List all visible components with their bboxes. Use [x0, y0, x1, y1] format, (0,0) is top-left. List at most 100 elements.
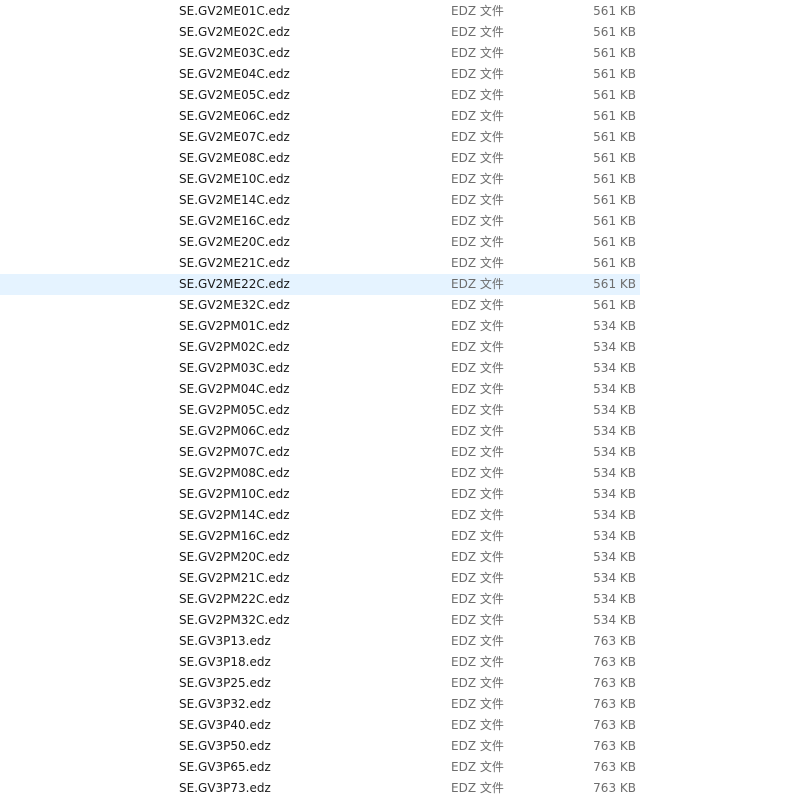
file-row[interactable]: SE.GV2ME03C.edz EDZ 文件 561 KB [0, 43, 640, 64]
file-type: EDZ 文件 [451, 403, 504, 417]
file-size: 763 KB [593, 655, 636, 669]
file-size: 561 KB [593, 151, 636, 165]
file-row[interactable]: SE.GV3P32.edz EDZ 文件 763 KB [0, 694, 640, 715]
file-name: SE.GV3P18.edz [179, 655, 271, 669]
file-type: EDZ 文件 [451, 214, 504, 228]
file-name: SE.GV2ME05C.edz [179, 88, 290, 102]
file-row[interactable]: SE.GV2ME02C.edz EDZ 文件 561 KB [0, 22, 640, 43]
file-type: EDZ 文件 [451, 655, 504, 669]
file-row[interactable]: SE.GV2ME16C.edz EDZ 文件 561 KB [0, 211, 640, 232]
file-row[interactable]: SE.GV2PM06C.edz EDZ 文件 534 KB [0, 421, 640, 442]
file-row[interactable]: SE.GV2ME07C.edz EDZ 文件 561 KB [0, 127, 640, 148]
file-row[interactable]: SE.GV2PM14C.edz EDZ 文件 534 KB [0, 505, 640, 526]
file-name: SE.GV3P32.edz [179, 697, 271, 711]
file-row[interactable]: SE.GV2ME05C.edz EDZ 文件 561 KB [0, 85, 640, 106]
file-size: 561 KB [593, 130, 636, 144]
file-size: 763 KB [593, 739, 636, 753]
file-type: EDZ 文件 [451, 550, 504, 564]
file-type: EDZ 文件 [451, 634, 504, 648]
file-row[interactable]: SE.GV3P18.edz EDZ 文件 763 KB [0, 652, 640, 673]
file-size: 534 KB [593, 571, 636, 585]
file-row[interactable]: SE.GV2ME10C.edz EDZ 文件 561 KB [0, 169, 640, 190]
file-row[interactable]: SE.GV2PM01C.edz EDZ 文件 534 KB [0, 316, 640, 337]
file-name: SE.GV3P50.edz [179, 739, 271, 753]
file-row[interactable]: SE.GV2PM02C.edz EDZ 文件 534 KB [0, 337, 640, 358]
file-type: EDZ 文件 [451, 25, 504, 39]
file-row[interactable]: SE.GV3P40.edz EDZ 文件 763 KB [0, 715, 640, 736]
file-size: 534 KB [593, 613, 636, 627]
file-name: SE.GV2PM02C.edz [179, 340, 290, 354]
file-row[interactable]: SE.GV3P50.edz EDZ 文件 763 KB [0, 736, 640, 757]
file-size: 534 KB [593, 340, 636, 354]
file-size: 534 KB [593, 361, 636, 375]
file-type: EDZ 文件 [451, 88, 504, 102]
file-name: SE.GV2PM03C.edz [179, 361, 290, 375]
file-size: 534 KB [593, 529, 636, 543]
file-row[interactable]: SE.GV2PM22C.edz EDZ 文件 534 KB [0, 589, 640, 610]
file-row[interactable]: SE.GV2PM10C.edz EDZ 文件 534 KB [0, 484, 640, 505]
file-type: EDZ 文件 [451, 130, 504, 144]
file-row[interactable]: SE.GV2PM16C.edz EDZ 文件 534 KB [0, 526, 640, 547]
file-row[interactable]: SE.GV2PM03C.edz EDZ 文件 534 KB [0, 358, 640, 379]
file-size: 534 KB [593, 508, 636, 522]
file-name: SE.GV2ME04C.edz [179, 67, 290, 81]
file-size: 534 KB [593, 445, 636, 459]
file-name: SE.GV2ME32C.edz [179, 298, 290, 312]
file-row[interactable]: SE.GV3P73.edz EDZ 文件 763 KB [0, 778, 640, 799]
file-row[interactable]: SE.GV2PM07C.edz EDZ 文件 534 KB [0, 442, 640, 463]
file-type: EDZ 文件 [451, 466, 504, 480]
file-row[interactable]: SE.GV3P13.edz EDZ 文件 763 KB [0, 631, 640, 652]
file-row[interactable]: SE.GV2ME08C.edz EDZ 文件 561 KB [0, 148, 640, 169]
file-name: SE.GV2PM16C.edz [179, 529, 290, 543]
file-row[interactable]: SE.GV2ME32C.edz EDZ 文件 561 KB [0, 295, 640, 316]
file-size: 534 KB [593, 424, 636, 438]
file-row[interactable]: SE.GV2ME14C.edz EDZ 文件 561 KB [0, 190, 640, 211]
file-row[interactable]: SE.GV2PM05C.edz EDZ 文件 534 KB [0, 400, 640, 421]
file-size: 534 KB [593, 487, 636, 501]
file-row[interactable]: SE.GV3P25.edz EDZ 文件 763 KB [0, 673, 640, 694]
file-type: EDZ 文件 [451, 613, 504, 627]
file-name: SE.GV2PM22C.edz [179, 592, 290, 606]
file-name: SE.GV2ME01C.edz [179, 4, 290, 18]
file-size: 534 KB [593, 550, 636, 564]
file-name: SE.GV2ME10C.edz [179, 172, 290, 186]
file-row[interactable]: SE.GV2ME20C.edz EDZ 文件 561 KB [0, 232, 640, 253]
file-type: EDZ 文件 [451, 319, 504, 333]
file-size: 763 KB [593, 718, 636, 732]
file-name: SE.GV3P25.edz [179, 676, 271, 690]
file-list[interactable]: SE.GV2ME01C.edz EDZ 文件 561 KB SE.GV2ME02… [0, 1, 800, 799]
file-size: 763 KB [593, 781, 636, 795]
file-name: SE.GV2ME02C.edz [179, 25, 290, 39]
file-type: EDZ 文件 [451, 592, 504, 606]
file-row[interactable]: SE.GV2PM04C.edz EDZ 文件 534 KB [0, 379, 640, 400]
file-type: EDZ 文件 [451, 445, 504, 459]
file-type: EDZ 文件 [451, 529, 504, 543]
file-row[interactable]: SE.GV2ME01C.edz EDZ 文件 561 KB [0, 1, 640, 22]
file-type: EDZ 文件 [451, 739, 504, 753]
file-name: SE.GV3P40.edz [179, 718, 271, 732]
file-row[interactable]: SE.GV2PM21C.edz EDZ 文件 534 KB [0, 568, 640, 589]
file-size: 561 KB [593, 109, 636, 123]
file-name: SE.GV2PM20C.edz [179, 550, 290, 564]
file-row[interactable]: SE.GV2ME04C.edz EDZ 文件 561 KB [0, 64, 640, 85]
file-size: 534 KB [593, 382, 636, 396]
file-row[interactable]: SE.GV2ME06C.edz EDZ 文件 561 KB [0, 106, 640, 127]
file-type: EDZ 文件 [451, 4, 504, 18]
file-row[interactable]: SE.GV2PM08C.edz EDZ 文件 534 KB [0, 463, 640, 484]
file-type: EDZ 文件 [451, 361, 504, 375]
file-name: SE.GV2ME06C.edz [179, 109, 290, 123]
file-type: EDZ 文件 [451, 340, 504, 354]
file-row[interactable]: SE.GV3P65.edz EDZ 文件 763 KB [0, 757, 640, 778]
file-name: SE.GV3P65.edz [179, 760, 271, 774]
file-name: SE.GV2ME07C.edz [179, 130, 290, 144]
file-row[interactable]: SE.GV2PM32C.edz EDZ 文件 534 KB [0, 610, 640, 631]
file-row[interactable]: SE.GV2PM20C.edz EDZ 文件 534 KB [0, 547, 640, 568]
file-row[interactable]: SE.GV2ME21C.edz EDZ 文件 561 KB [0, 253, 640, 274]
file-name: SE.GV2PM08C.edz [179, 466, 290, 480]
file-row[interactable]: SE.GV2ME22C.edz EDZ 文件 561 KB [0, 274, 640, 295]
file-name: SE.GV2ME03C.edz [179, 46, 290, 60]
file-name: SE.GV3P73.edz [179, 781, 271, 795]
file-type: EDZ 文件 [451, 172, 504, 186]
file-type: EDZ 文件 [451, 277, 504, 291]
file-size: 561 KB [593, 256, 636, 270]
